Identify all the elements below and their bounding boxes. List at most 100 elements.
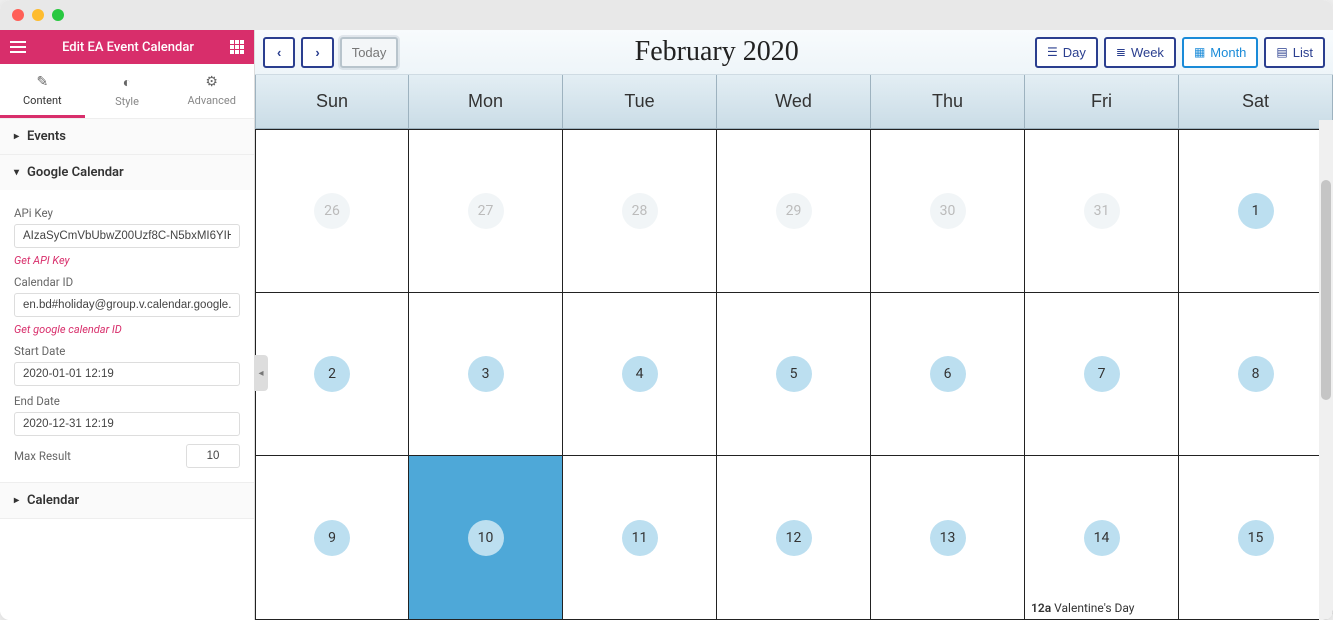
weekday-label: Mon: [409, 75, 563, 129]
day-number: 1: [1238, 193, 1274, 229]
calendar-title: February 2020: [406, 36, 1027, 68]
max-result-input[interactable]: [186, 444, 240, 468]
calendar-day-cell[interactable]: 6: [871, 293, 1025, 457]
section-google-calendar[interactable]: ▾ Google Calendar: [0, 155, 254, 190]
calendar-week: 9 10 11 12 13 14 12a Valentine's Day 15: [255, 456, 1333, 620]
tab-label: Content: [23, 94, 62, 107]
chevron-left-icon: ‹: [277, 45, 281, 60]
tab-label: Style: [115, 95, 139, 108]
section-title: Events: [27, 129, 66, 144]
calendar-event[interactable]: 12a Valentine's Day: [1031, 601, 1172, 615]
collapse-sidebar-button[interactable]: ◂: [254, 355, 268, 391]
calendar-day-cell[interactable]: 14 12a Valentine's Day: [1025, 456, 1179, 620]
calendar-day-cell[interactable]: 1: [1179, 129, 1333, 293]
gear-icon: ⚙: [169, 74, 254, 90]
minimize-dot[interactable]: [32, 9, 44, 21]
weekday-label: Sun: [255, 75, 409, 129]
weekday-label: Tue: [563, 75, 717, 129]
maximize-dot[interactable]: [52, 9, 64, 21]
today-button[interactable]: Today: [340, 37, 399, 68]
calendar-day-cell[interactable]: 13: [871, 456, 1025, 620]
section-events[interactable]: ▸ Events: [0, 119, 254, 154]
tab-content[interactable]: ✎ Content: [0, 64, 85, 118]
caret-down-icon: ▾: [14, 167, 19, 178]
scrollbar-thumb[interactable]: [1321, 180, 1331, 400]
day-number: 27: [468, 193, 504, 229]
calendar-day-cell[interactable]: 7: [1025, 293, 1179, 457]
menu-icon[interactable]: [10, 41, 26, 53]
widgets-icon[interactable]: [230, 40, 244, 54]
max-result-label: Max Result: [14, 449, 71, 463]
editor-sidebar: Edit EA Event Calendar ✎ Content ◐ Style…: [0, 30, 255, 620]
day-number: 26: [314, 193, 350, 229]
view-day-button[interactable]: ☰Day: [1035, 37, 1098, 68]
chevron-right-icon: ›: [315, 45, 319, 60]
calendar-weeks: 262728293031123456789101112131412a Valen…: [255, 129, 1333, 620]
close-dot[interactable]: [12, 9, 24, 21]
day-number: 9: [314, 520, 350, 556]
tab-label: Advanced: [187, 94, 235, 107]
calendar-day-cell[interactable]: 5: [717, 293, 871, 457]
day-number: 29: [776, 193, 812, 229]
calendar-id-input[interactable]: [14, 293, 240, 317]
calendar-day-cell[interactable]: 10: [409, 456, 563, 620]
vertical-scrollbar[interactable]: [1319, 120, 1333, 620]
list-bullets-icon: ≣: [1116, 45, 1126, 59]
day-number: 13: [930, 520, 966, 556]
calendar-day-cell[interactable]: 28: [563, 129, 717, 293]
day-number: 30: [930, 193, 966, 229]
calendar-day-cell[interactable]: 2: [255, 293, 409, 457]
menu-lines-icon: ☰: [1047, 45, 1058, 59]
day-number: 4: [622, 356, 658, 392]
tab-style[interactable]: ◐ Style: [85, 64, 170, 118]
api-key-input[interactable]: [14, 224, 240, 248]
calendar-day-cell[interactable]: 15: [1179, 456, 1333, 620]
view-month-button[interactable]: ▦Month: [1182, 37, 1258, 68]
calendar-id-label: Calendar ID: [14, 275, 240, 289]
calendar-day-cell[interactable]: 8: [1179, 293, 1333, 457]
calendar-day-cell[interactable]: 27: [409, 129, 563, 293]
day-number: 14: [1084, 520, 1120, 556]
day-number: 7: [1084, 356, 1120, 392]
day-number: 28: [622, 193, 658, 229]
calendar-day-cell[interactable]: 11: [563, 456, 717, 620]
get-api-key-link[interactable]: Get API Key: [14, 254, 240, 267]
calendar-day-cell[interactable]: 30: [871, 129, 1025, 293]
calendar-week: 26 27 28 29 30 31 1: [255, 129, 1333, 293]
end-date-input[interactable]: [14, 412, 240, 436]
tab-advanced[interactable]: ⚙ Advanced: [169, 64, 254, 118]
prev-button[interactable]: ‹: [263, 37, 295, 68]
pencil-icon: ✎: [0, 74, 85, 90]
end-date-label: End Date: [14, 394, 240, 408]
start-date-input[interactable]: [14, 362, 240, 386]
next-button[interactable]: ›: [301, 37, 333, 68]
calendar-grid: SunMonTueWedThuFriSat 262728293031123456…: [255, 75, 1333, 620]
calendar-day-cell[interactable]: 12: [717, 456, 871, 620]
calendar-toolbar: ‹ › Today February 2020 ☰Day ≣Week ▦Mont…: [255, 30, 1333, 75]
contrast-icon: ◐: [85, 74, 170, 91]
day-number: 8: [1238, 356, 1274, 392]
section-calendar[interactable]: ▸ Calendar: [0, 483, 254, 518]
today-label: Today: [352, 45, 387, 60]
sidebar-title: Edit EA Event Calendar: [62, 40, 194, 55]
grid-icon: ▦: [1194, 45, 1205, 59]
section-title: Google Calendar: [27, 165, 124, 180]
editor-tabs: ✎ Content ◐ Style ⚙ Advanced: [0, 64, 254, 119]
view-list-button[interactable]: ▤List: [1264, 37, 1325, 68]
day-number: 15: [1238, 520, 1274, 556]
calendar-day-cell[interactable]: 9: [255, 456, 409, 620]
day-number: 11: [622, 520, 658, 556]
get-calendar-id-link[interactable]: Get google calendar ID: [14, 323, 240, 336]
day-number: 12: [776, 520, 812, 556]
calendar-day-cell[interactable]: 4: [563, 293, 717, 457]
calendar-area: ‹ › Today February 2020 ☰Day ≣Week ▦Mont…: [255, 30, 1333, 620]
start-date-label: Start Date: [14, 344, 240, 358]
day-number: 10: [468, 520, 504, 556]
caret-right-icon: ▸: [14, 131, 19, 142]
calendar-day-cell[interactable]: 3: [409, 293, 563, 457]
calendar-day-cell[interactable]: 26: [255, 129, 409, 293]
view-week-button[interactable]: ≣Week: [1104, 37, 1176, 68]
day-number: 5: [776, 356, 812, 392]
calendar-day-cell[interactable]: 31: [1025, 129, 1179, 293]
calendar-day-cell[interactable]: 29: [717, 129, 871, 293]
